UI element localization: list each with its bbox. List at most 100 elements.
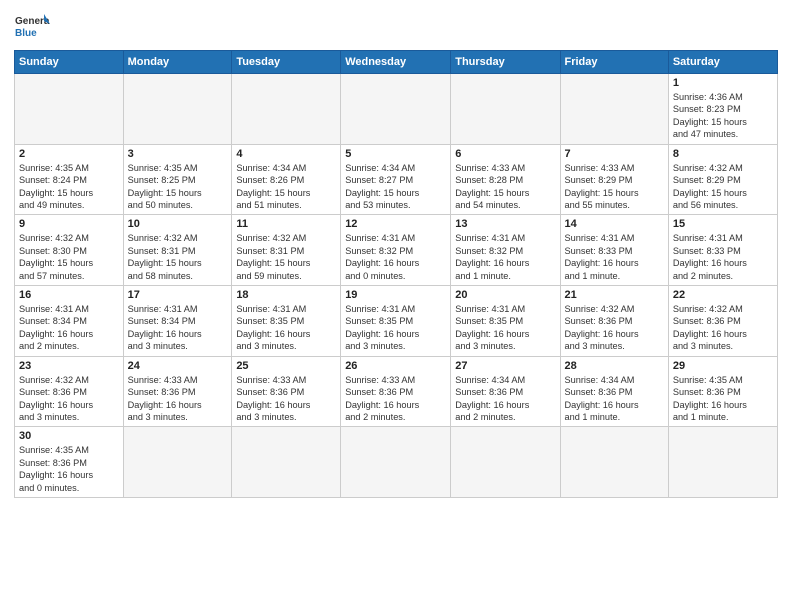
day-number: 26 bbox=[345, 360, 446, 372]
calendar-cell: 27 Sunrise: 4:34 AM Sunset: 8:36 PM Dayli… bbox=[451, 356, 560, 427]
calendar-cell bbox=[341, 74, 451, 145]
calendar-cell bbox=[451, 427, 560, 498]
week-row-1: 1Sunrise: 4:36 AM Sunset: 8:23 PM Daylig… bbox=[15, 74, 778, 145]
day-info: Sunrise: 4:33 AM Sunset: 8:36 PM Dayligh… bbox=[236, 374, 336, 424]
day-info: Sunrise: 4:35 AM Sunset: 8:36 PM Dayligh… bbox=[19, 444, 119, 494]
calendar-cell bbox=[232, 427, 341, 498]
calendar-cell: 11Sunrise: 4:32 AM Sunset: 8:31 PM Dayli… bbox=[232, 215, 341, 286]
calendar-cell bbox=[668, 427, 777, 498]
logo: General Blue bbox=[14, 10, 50, 46]
header-friday: Friday bbox=[560, 51, 668, 74]
day-number: 17 bbox=[128, 289, 228, 301]
calendar-cell: 14Sunrise: 4:31 AM Sunset: 8:33 PM Dayli… bbox=[560, 215, 668, 286]
day-info: Sunrise: 4:34 AM Sunset: 8:36 PM Dayligh… bbox=[455, 374, 555, 424]
calendar-cell: 19 Sunrise: 4:31 AM Sunset: 8:35 PM Dayli… bbox=[341, 286, 451, 357]
calendar-cell: 22 Sunrise: 4:32 AM Sunset: 8:36 PM Dayli… bbox=[668, 286, 777, 357]
calendar-cell: 28Sunrise: 4:34 AM Sunset: 8:36 PM Dayli… bbox=[560, 356, 668, 427]
day-number: 20 bbox=[455, 289, 555, 301]
day-info: Sunrise: 4:32 AM Sunset: 8:36 PM Dayligh… bbox=[19, 374, 119, 424]
calendar-cell: 7 Sunrise: 4:33 AM Sunset: 8:29 PM Daylig… bbox=[560, 144, 668, 215]
header-thursday: Thursday bbox=[451, 51, 560, 74]
day-number: 8 bbox=[673, 148, 773, 160]
day-info: Sunrise: 4:32 AM Sunset: 8:36 PM Dayligh… bbox=[565, 303, 664, 353]
day-info: Sunrise: 4:33 AM Sunset: 8:36 PM Dayligh… bbox=[345, 374, 446, 424]
calendar-cell: 29 Sunrise: 4:35 AM Sunset: 8:36 PM Dayli… bbox=[668, 356, 777, 427]
day-number: 18 bbox=[236, 289, 336, 301]
week-row-5: 23 Sunrise: 4:32 AM Sunset: 8:36 PM Dayli… bbox=[15, 356, 778, 427]
calendar-cell bbox=[341, 427, 451, 498]
day-number: 24 bbox=[128, 360, 228, 372]
calendar-cell bbox=[123, 427, 232, 498]
header-row: SundayMondayTuesdayWednesdayThursdayFrid… bbox=[15, 51, 778, 74]
day-number: 12 bbox=[345, 218, 446, 230]
day-info: Sunrise: 4:32 AM Sunset: 8:31 PM Dayligh… bbox=[236, 232, 336, 282]
calendar-cell: 24 Sunrise: 4:33 AM Sunset: 8:36 PM Dayli… bbox=[123, 356, 232, 427]
day-number: 13 bbox=[455, 218, 555, 230]
calendar-cell: 9 Sunrise: 4:32 AM Sunset: 8:30 PM Daylig… bbox=[15, 215, 124, 286]
calendar-cell: 12Sunrise: 4:31 AM Sunset: 8:32 PM Dayli… bbox=[341, 215, 451, 286]
day-info: Sunrise: 4:33 AM Sunset: 8:29 PM Dayligh… bbox=[565, 162, 664, 212]
calendar-cell bbox=[560, 427, 668, 498]
calendar-cell: 30 Sunrise: 4:35 AM Sunset: 8:36 PM Dayli… bbox=[15, 427, 124, 498]
day-info: Sunrise: 4:33 AM Sunset: 8:36 PM Dayligh… bbox=[128, 374, 228, 424]
header-saturday: Saturday bbox=[668, 51, 777, 74]
day-number: 28 bbox=[565, 360, 664, 372]
day-info: Sunrise: 4:34 AM Sunset: 8:27 PM Dayligh… bbox=[345, 162, 446, 212]
week-row-4: 16Sunrise: 4:31 AM Sunset: 8:34 PM Dayli… bbox=[15, 286, 778, 357]
calendar-cell: 6Sunrise: 4:33 AM Sunset: 8:28 PM Daylig… bbox=[451, 144, 560, 215]
calendar-cell: 26 Sunrise: 4:33 AM Sunset: 8:36 PM Dayli… bbox=[341, 356, 451, 427]
header-wednesday: Wednesday bbox=[341, 51, 451, 74]
calendar-cell: 23 Sunrise: 4:32 AM Sunset: 8:36 PM Dayli… bbox=[15, 356, 124, 427]
day-number: 5 bbox=[345, 148, 446, 160]
day-info: Sunrise: 4:31 AM Sunset: 8:34 PM Dayligh… bbox=[19, 303, 119, 353]
calendar-cell: 18Sunrise: 4:31 AM Sunset: 8:35 PM Dayli… bbox=[232, 286, 341, 357]
calendar-cell bbox=[232, 74, 341, 145]
day-number: 7 bbox=[565, 148, 664, 160]
day-info: Sunrise: 4:35 AM Sunset: 8:36 PM Dayligh… bbox=[673, 374, 773, 424]
day-number: 3 bbox=[128, 148, 228, 160]
header-monday: Monday bbox=[123, 51, 232, 74]
day-number: 14 bbox=[565, 218, 664, 230]
day-number: 22 bbox=[673, 289, 773, 301]
day-info: Sunrise: 4:32 AM Sunset: 8:30 PM Dayligh… bbox=[19, 232, 119, 282]
logo-graphic: General Blue bbox=[14, 10, 50, 46]
week-row-2: 2 Sunrise: 4:35 AM Sunset: 8:24 PM Daylig… bbox=[15, 144, 778, 215]
calendar-cell bbox=[451, 74, 560, 145]
day-number: 4 bbox=[236, 148, 336, 160]
day-info: Sunrise: 4:32 AM Sunset: 8:29 PM Dayligh… bbox=[673, 162, 773, 212]
calendar-cell: 3Sunrise: 4:35 AM Sunset: 8:25 PM Daylig… bbox=[123, 144, 232, 215]
calendar-cell: 1Sunrise: 4:36 AM Sunset: 8:23 PM Daylig… bbox=[668, 74, 777, 145]
day-number: 19 bbox=[345, 289, 446, 301]
logo-svg: General Blue bbox=[14, 10, 50, 46]
calendar-cell: 8 Sunrise: 4:32 AM Sunset: 8:29 PM Daylig… bbox=[668, 144, 777, 215]
day-info: Sunrise: 4:34 AM Sunset: 8:26 PM Dayligh… bbox=[236, 162, 336, 212]
day-number: 27 bbox=[455, 360, 555, 372]
calendar-header: SundayMondayTuesdayWednesdayThursdayFrid… bbox=[15, 51, 778, 74]
day-number: 1 bbox=[673, 77, 773, 89]
day-number: 23 bbox=[19, 360, 119, 372]
day-info: Sunrise: 4:35 AM Sunset: 8:24 PM Dayligh… bbox=[19, 162, 119, 212]
day-number: 25 bbox=[236, 360, 336, 372]
day-info: Sunrise: 4:31 AM Sunset: 8:34 PM Dayligh… bbox=[128, 303, 228, 353]
day-number: 29 bbox=[673, 360, 773, 372]
calendar-cell: 5 Sunrise: 4:34 AM Sunset: 8:27 PM Daylig… bbox=[341, 144, 451, 215]
calendar-cell: 20 Sunrise: 4:31 AM Sunset: 8:35 PM Dayli… bbox=[451, 286, 560, 357]
calendar-cell bbox=[123, 74, 232, 145]
day-number: 9 bbox=[19, 218, 119, 230]
day-info: Sunrise: 4:32 AM Sunset: 8:36 PM Dayligh… bbox=[673, 303, 773, 353]
calendar-cell: 2 Sunrise: 4:35 AM Sunset: 8:24 PM Daylig… bbox=[15, 144, 124, 215]
day-number: 30 bbox=[19, 430, 119, 442]
day-info: Sunrise: 4:31 AM Sunset: 8:35 PM Dayligh… bbox=[345, 303, 446, 353]
header-sunday: Sunday bbox=[15, 51, 124, 74]
calendar-cell: 16Sunrise: 4:31 AM Sunset: 8:34 PM Dayli… bbox=[15, 286, 124, 357]
calendar-cell: 10 Sunrise: 4:32 AM Sunset: 8:31 PM Dayli… bbox=[123, 215, 232, 286]
day-number: 10 bbox=[128, 218, 228, 230]
day-info: Sunrise: 4:32 AM Sunset: 8:31 PM Dayligh… bbox=[128, 232, 228, 282]
day-number: 6 bbox=[455, 148, 555, 160]
day-number: 2 bbox=[19, 148, 119, 160]
day-info: Sunrise: 4:31 AM Sunset: 8:32 PM Dayligh… bbox=[455, 232, 555, 282]
calendar-cell bbox=[15, 74, 124, 145]
calendar-cell bbox=[560, 74, 668, 145]
week-row-3: 9 Sunrise: 4:32 AM Sunset: 8:30 PM Daylig… bbox=[15, 215, 778, 286]
day-info: Sunrise: 4:31 AM Sunset: 8:35 PM Dayligh… bbox=[455, 303, 555, 353]
